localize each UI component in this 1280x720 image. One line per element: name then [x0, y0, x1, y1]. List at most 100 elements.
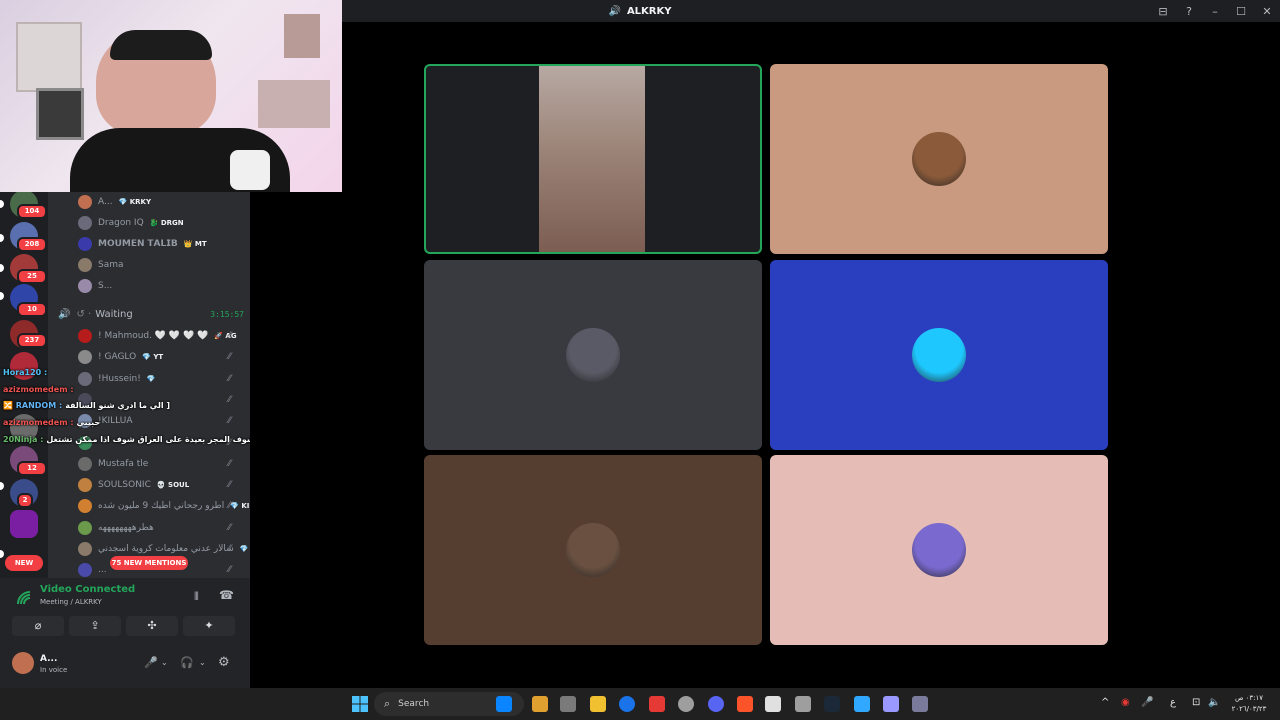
member-name: اطرو رجحاني اطيك 9 مليون شده [98, 501, 225, 512]
member-row[interactable]: ... ⁄⁄ [78, 560, 231, 578]
member-row[interactable]: هطرههههههههه ⁄⁄ [78, 518, 231, 538]
member-name: SOULSONIC [98, 480, 151, 491]
member-row[interactable]: اطرو رجحاني اطيك 9 مليون شده 💎 KI ⁄⁄ [78, 496, 249, 516]
server-icon[interactable] [10, 510, 38, 538]
server-unread-pill [0, 482, 4, 490]
taskbar-app-icon[interactable] [854, 696, 870, 712]
help-icon[interactable]: ? [1176, 5, 1202, 18]
activities-button[interactable]: ✣ [126, 616, 178, 636]
member-row[interactable]: 𝗠𝗢𝗨𝗠𝗘𝗡 𝗧𝗔𝗟𝗜𝗕 👑 MT [78, 234, 207, 254]
member-tag: 🐉 DRGN [149, 219, 184, 227]
deafened-icon: ⁄⁄ [228, 416, 232, 427]
start-icon[interactable] [352, 696, 368, 712]
member-row[interactable]: !Hussein! 💎 ⁄⁄ [78, 369, 231, 389]
server-badge: 104 [17, 204, 47, 219]
new-unreads-badge[interactable]: NEW [5, 555, 43, 571]
network-icon[interactable]: ⊡ [1192, 697, 1200, 708]
taskbar-app-icon[interactable] [590, 696, 606, 712]
member-name: Sama [98, 260, 124, 270]
member-avatar [78, 563, 92, 578]
taskbar-app-icon[interactable] [496, 696, 512, 712]
voice-channel-icon: 🔊 [58, 308, 71, 320]
participant-avatar [912, 132, 966, 186]
participant-avatar [566, 523, 620, 577]
chevron-down-icon[interactable]: ⌄ [199, 658, 206, 667]
taskbar-app-icon[interactable] [560, 696, 576, 712]
taskbar-clock[interactable]: ٠٣:١٧ ص ٢٠٢٦/٠٣/٢٣ [1226, 693, 1272, 715]
volume-icon[interactable]: 🔈 [1208, 697, 1220, 708]
server-unread-pill [0, 234, 4, 242]
chat-username: azizmomedem : [3, 385, 74, 394]
video-tile[interactable] [770, 260, 1108, 450]
voice-location[interactable]: Meeting / ALKRKY [40, 598, 102, 606]
chevron-up-icon[interactable]: ^ [1101, 697, 1109, 708]
taskbar-app-icon[interactable] [883, 696, 899, 712]
deafened-icon: ⁄⁄ [228, 480, 232, 491]
member-row[interactable]: Sama [78, 255, 130, 275]
video-tile[interactable] [424, 455, 762, 645]
camera-toggle-button[interactable]: ⌀ [12, 616, 64, 636]
taskbar-app-icon[interactable] [795, 696, 811, 712]
noise-suppression-icon[interactable]: ⦀ [194, 590, 199, 604]
voice-channel-name: Waiting [95, 308, 133, 320]
screen-share-button[interactable]: ⇪ [69, 616, 121, 636]
taskbar-app-icon[interactable] [532, 696, 548, 712]
chat-text: الي ما ادري شنو السالفة ] [65, 401, 171, 410]
tray-app-icon[interactable]: ◉ [1121, 697, 1130, 708]
microphone-tray-icon[interactable]: 🎤 [1141, 697, 1153, 708]
signal-icon[interactable] [16, 590, 32, 606]
user-name[interactable]: A... [40, 654, 57, 664]
deafened-icon: ⁄⁄ [228, 394, 232, 405]
keyboard-language-indicator[interactable]: ع [1170, 697, 1176, 708]
member-row[interactable]: ! GAGLO 💎 YT ⁄⁄ [78, 347, 231, 367]
clock-time: ٠٣:١٧ ص [1234, 694, 1264, 702]
headphones-icon[interactable]: 🎧 [180, 656, 194, 669]
taskbar-app-icon[interactable] [649, 696, 665, 712]
member-row[interactable]: Dragon IQ 🐉 DRGN [78, 213, 184, 233]
soundboard-button[interactable]: ✦ [183, 616, 235, 636]
member-row[interactable]: SOULSONIC 💀 SOUL ⁄⁄ [78, 475, 231, 495]
screen-share-icon[interactable]: ⊟ [1150, 5, 1176, 18]
new-mentions-pill[interactable]: 75 NEW MENTIONS [110, 556, 188, 570]
disconnect-icon[interactable]: ☎ [219, 588, 234, 602]
member-row[interactable]: S... [78, 276, 118, 296]
user-avatar[interactable] [12, 652, 34, 674]
voice-channel-waiting[interactable]: 🔊 ↺ · Waiting 3:15:57 [58, 306, 244, 322]
taskbar-app-icon[interactable] [619, 696, 635, 712]
streamer-hat [110, 30, 212, 60]
taskbar-app-icon[interactable] [708, 696, 724, 712]
member-avatar [78, 478, 92, 493]
server-unread-pill [0, 292, 4, 300]
minimize-button[interactable]: – [1202, 5, 1228, 18]
taskbar-app-icon[interactable] [678, 696, 694, 712]
taskbar-app-icon[interactable] [824, 696, 840, 712]
chevron-down-icon[interactable]: ⌄ [161, 658, 168, 667]
member-row[interactable]: A... 💎 KRKY [78, 192, 151, 212]
voice-status[interactable]: Video Connected [40, 584, 135, 595]
window-title-text: ALKRKY [626, 5, 672, 17]
close-button[interactable]: ✕ [1254, 5, 1280, 18]
video-tile[interactable] [770, 455, 1108, 645]
participant-avatar [566, 328, 620, 382]
member-avatar [78, 237, 92, 251]
taskbar-app-icon[interactable] [765, 696, 781, 712]
member-row[interactable]: ! Mahmoud. 🤍 🤍 🤍 🤍 🚀 AG ⁄⁄ [78, 326, 237, 346]
member-tag: 💎 KRKY [118, 198, 152, 206]
video-tile[interactable] [770, 64, 1108, 254]
chat-username: azizmomedem : [3, 418, 74, 427]
member-name: ... [98, 565, 107, 576]
video-tile[interactable] [424, 260, 762, 450]
chat-message: azizmomedem : حبيبي [3, 418, 100, 430]
member-row[interactable]: Mustafa tle ⁄⁄ [78, 454, 231, 474]
video-tile[interactable] [424, 64, 762, 254]
maximize-button[interactable]: ☐ [1228, 5, 1254, 18]
wall-plaque [16, 22, 82, 92]
microphone-icon[interactable]: 🎤 [144, 656, 158, 669]
chat-message: 🔀 RANDOM : الي ما ادري شنو السالفة ] [3, 401, 170, 413]
chat-text: شوف المجر بعيدة على العراق شوف اذا ممكن … [46, 435, 255, 444]
chat-message: Hora120 : [3, 368, 50, 380]
taskbar-app-icon[interactable] [737, 696, 753, 712]
gear-icon[interactable]: ⚙ [218, 655, 230, 670]
taskbar-app-icon[interactable] [912, 696, 928, 712]
member-name: S... [98, 281, 113, 291]
